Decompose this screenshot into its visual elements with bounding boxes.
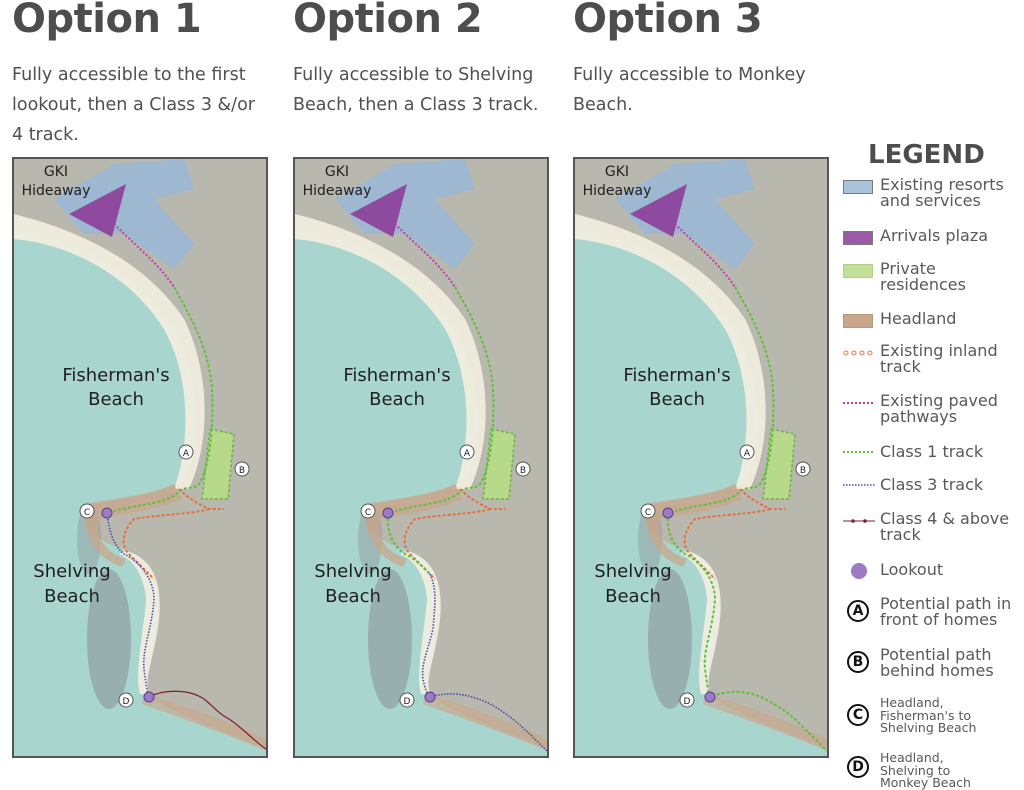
- legend-label: Class 1 track: [880, 442, 984, 461]
- maroon-dot-line-icon: [843, 519, 875, 523]
- label-gki: GKI: [325, 164, 349, 180]
- label-shelving: Shelving: [33, 561, 110, 582]
- lookout-d: [704, 691, 716, 703]
- lookout-c: [382, 507, 394, 519]
- green-area-swatch-icon: [843, 264, 873, 278]
- purple-area-swatch-icon: [843, 231, 873, 245]
- svg-text:A: A: [464, 449, 471, 459]
- circle-a-icon: A: [847, 600, 869, 622]
- option-description: Fully accessible to Shelving Beach, then…: [293, 65, 539, 115]
- label-shelving: Shelving: [314, 561, 391, 582]
- label-gki: GKI: [605, 164, 629, 180]
- legend-label: Class 3 track: [880, 475, 984, 494]
- svg-text:C: C: [645, 508, 651, 518]
- label-fishermans-beach: Beach: [88, 389, 144, 410]
- legend-label: Potential path behind homes: [880, 645, 994, 680]
- green-dotted-line-icon: [843, 451, 875, 453]
- svg-text:C: C: [365, 508, 371, 518]
- svg-text:D: D: [404, 697, 411, 707]
- map-option-2: A B C D GKI Hideaway Fisherman's Beach S…: [293, 157, 549, 758]
- option-title: Option 1: [12, 0, 202, 42]
- circle-b-icon: B: [847, 651, 869, 673]
- option-title: Option 2: [293, 0, 483, 42]
- label-hideaway: Hideaway: [303, 183, 372, 199]
- circle-c-icon: C: [847, 704, 869, 726]
- circle-d-icon: D: [847, 756, 869, 778]
- aerial-map: A B C D GKI Hideaway Fisherman's Beach S…: [14, 159, 266, 756]
- label-fishermans-beach: Beach: [369, 389, 425, 410]
- legend-label: Headland: [880, 309, 957, 328]
- marker-b: B: [515, 461, 531, 477]
- label-shelving-beach: Beach: [44, 586, 100, 607]
- lookout-c: [662, 507, 674, 519]
- aerial-map: A B C D GKI Hideaway Fisherman's Beach S…: [295, 159, 547, 756]
- marker-a: A: [178, 444, 194, 460]
- label-shelving: Shelving: [594, 561, 671, 582]
- map-option-3: A B C D GKI Hideaway Fisherman's Beach S…: [573, 157, 829, 758]
- marker-b: B: [234, 461, 250, 477]
- legend-title: LEGEND: [868, 140, 985, 170]
- purple-circle-icon: [851, 563, 867, 579]
- marker-d: D: [118, 692, 134, 708]
- marker-d: D: [679, 692, 695, 708]
- label-gki: GKI: [44, 164, 68, 180]
- svg-text:D: D: [684, 697, 691, 707]
- legend-label: Private residences: [880, 259, 966, 294]
- label-shelving-beach: Beach: [325, 586, 381, 607]
- marker-a: A: [739, 444, 755, 460]
- marker-c: C: [360, 503, 376, 519]
- orange-dotted-line-icon: [843, 350, 873, 356]
- option-title: Option 3: [573, 0, 763, 42]
- blue-area-swatch-icon: [843, 180, 873, 194]
- legend-label: Arrivals plaza: [880, 226, 989, 245]
- svg-text:B: B: [520, 466, 526, 476]
- marker-b: B: [795, 461, 811, 477]
- legend-label: Existing resorts and services: [880, 175, 1004, 210]
- tan-area-swatch-icon: [843, 314, 873, 328]
- legend-label: Headland, Fisherman's to Shelving Beach: [880, 695, 977, 735]
- svg-text:B: B: [800, 466, 806, 476]
- legend-label: Existing inland track: [880, 341, 998, 376]
- marker-c: C: [79, 503, 95, 519]
- label-hideaway: Hideaway: [583, 183, 652, 199]
- svg-text:B: B: [239, 466, 245, 476]
- label-hideaway: Hideaway: [22, 183, 91, 199]
- label-fishermans: Fisherman's: [623, 365, 730, 386]
- lookout-d: [143, 691, 155, 703]
- svg-text:A: A: [183, 449, 190, 459]
- legend-label: Class 4 & above track: [880, 509, 1010, 544]
- marker-d: D: [399, 692, 415, 708]
- svg-text:D: D: [123, 697, 130, 707]
- label-fishermans: Fisherman's: [343, 365, 450, 386]
- map-option-1: A B C D GKI Hideaway Fisherman's Beach S…: [12, 157, 268, 758]
- label-fishermans: Fisherman's: [62, 365, 169, 386]
- svg-text:C: C: [84, 508, 90, 518]
- legend-label: Headland, Shelving to Monkey Beach: [880, 750, 971, 790]
- svg-text:A: A: [744, 449, 751, 459]
- label-fishermans-beach: Beach: [649, 389, 705, 410]
- lookout-d: [424, 691, 436, 703]
- label-shelving-beach: Beach: [605, 586, 661, 607]
- marker-c: C: [640, 503, 656, 519]
- option-description: Fully accessible to Monkey Beach.: [573, 65, 806, 115]
- marker-a: A: [459, 444, 475, 460]
- legend-label: Existing paved pathways: [880, 391, 998, 426]
- aerial-map: A B C D GKI Hideaway Fisherman's Beach S…: [575, 159, 827, 756]
- option-description: Fully accessible to the first lookout, t…: [12, 65, 255, 145]
- lookout-c: [101, 507, 113, 519]
- navy-dotted-line-icon: [843, 484, 875, 486]
- legend-label: Lookout: [880, 560, 944, 579]
- magenta-dotted-line-icon: [843, 402, 875, 404]
- legend-label: Potential path in front of homes: [880, 594, 1012, 629]
